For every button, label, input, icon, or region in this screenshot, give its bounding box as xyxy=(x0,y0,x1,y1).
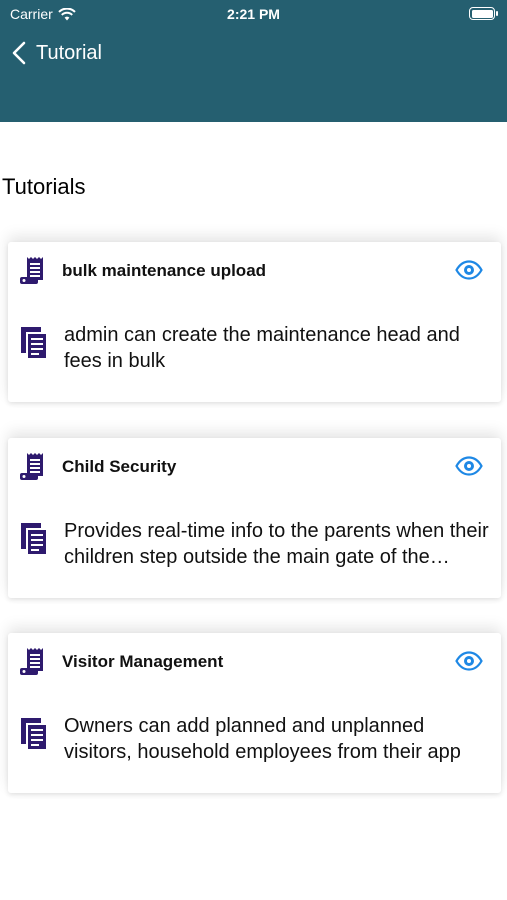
tutorial-description: Provides real-time info to the parents w… xyxy=(64,520,489,568)
tutorial-card[interactable]: bulk maintenance upload admin can create… xyxy=(8,242,501,402)
tutorial-card[interactable]: Child Security Provides real-time info t… xyxy=(8,438,501,598)
app-header: Carrier 2:21 PM Tutorial xyxy=(0,0,507,122)
document-icon xyxy=(21,523,48,556)
tutorial-description: admin can create the maintenance head an… xyxy=(64,324,460,372)
document-icon xyxy=(21,718,48,751)
tutorial-card-header: Visitor Management xyxy=(18,647,223,677)
tutorial-title: Visitor Management xyxy=(62,652,224,671)
view-eye-icon[interactable] xyxy=(455,456,483,476)
tutorial-description: Owners can add planned and unplanned vis… xyxy=(64,715,461,763)
tutorial-card-header: bulk maintenance upload xyxy=(18,256,266,286)
receipt-icon xyxy=(20,453,43,480)
tutorial-card-header: Child Security xyxy=(18,452,176,482)
status-time: 2:21 PM xyxy=(227,6,280,22)
receipt-icon xyxy=(20,257,43,284)
tutorial-card-body: Owners can add planned and unplanned vis… xyxy=(20,715,496,765)
back-button[interactable]: Tutorial xyxy=(12,36,102,70)
status-bar: Carrier 2:21 PM xyxy=(0,0,507,28)
view-eye-icon[interactable] xyxy=(455,651,483,671)
section-title: Tutorials xyxy=(2,174,86,199)
tutorial-card-body: admin can create the maintenance head an… xyxy=(20,324,496,374)
tutorial-title: Child Security xyxy=(62,457,177,476)
view-eye-icon[interactable] xyxy=(455,260,483,280)
battery-icon xyxy=(469,7,498,20)
tutorial-card-body: Provides real-time info to the parents w… xyxy=(20,520,496,570)
receipt-icon xyxy=(20,648,43,675)
chevron-left-icon xyxy=(12,41,26,65)
nav-title: Tutorial xyxy=(36,41,102,64)
tutorial-title: bulk maintenance upload xyxy=(62,261,267,280)
document-icon xyxy=(21,327,48,360)
tutorial-card[interactable]: Visitor Management Owners can add planne… xyxy=(8,633,501,793)
